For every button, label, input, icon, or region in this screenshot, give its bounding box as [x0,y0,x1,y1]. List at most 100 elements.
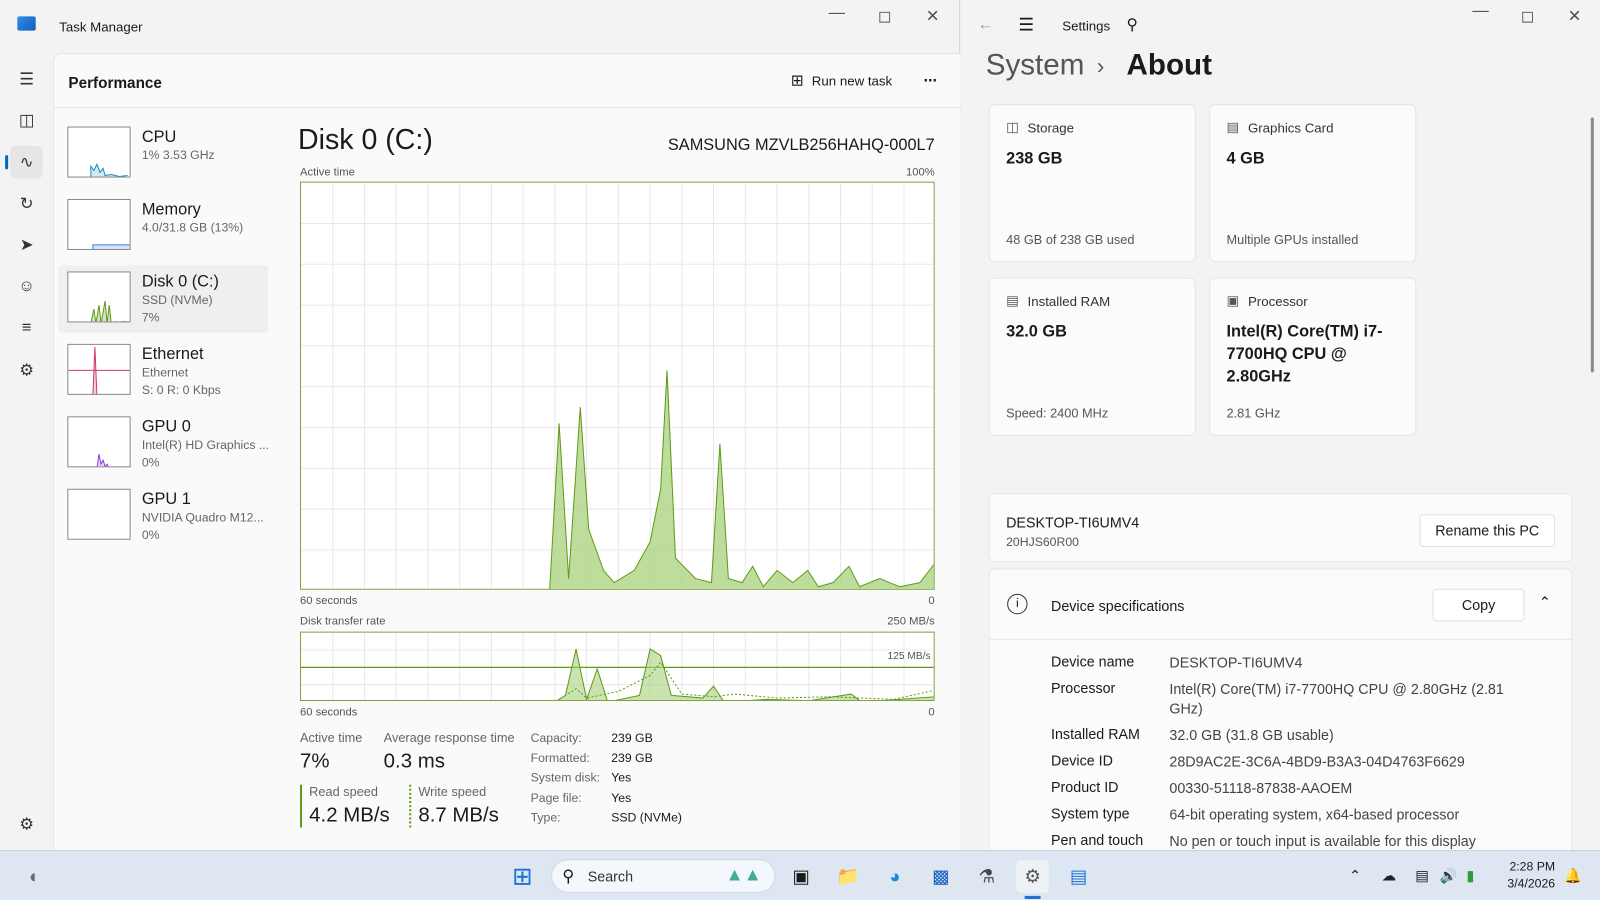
property-value: SSD (NVMe) [611,810,682,825]
spec-value[interactable]: 00330-51118-87838-AAOEM [1169,779,1506,798]
back-button[interactable]: ← [978,16,994,34]
task-view-icon[interactable]: ▣ [785,860,818,893]
resource-subtitle: NVIDIA Quadro M12... [141,510,264,525]
network-app-icon[interactable]: ⚗ [970,860,1003,893]
processes-icon[interactable]: ◫ [10,104,43,137]
mini-graph [96,453,109,467]
volume-icon[interactable]: 🔊 [1440,867,1458,884]
performance-page: Performance ⊞ Run new task ... CPU 1% 3.… [53,53,962,850]
disk-title: Disk 0 (C:) [297,123,433,156]
details-icon[interactable]: ≡ [10,312,43,345]
resource-item-gpu-0[interactable]: GPU 0 Intel(R) HD Graphics ... 0% [58,410,269,477]
info-icon: i [1007,593,1028,615]
minimize-button[interactable]: — [1457,2,1504,20]
minimize-button[interactable]: — [813,4,860,22]
resource-title: Memory [141,201,201,219]
transfer-rate-label: Disk transfer rate [299,615,386,628]
search-icon[interactable]: ⚲ [1127,15,1138,33]
start-button[interactable]: ⊞ [506,860,539,893]
pc-name: DESKTOP-TI6UMV4 [1006,514,1140,531]
search-highlight-icon: ▲▲ [725,864,762,885]
card-value: 238 GB [1006,149,1063,168]
store-icon[interactable]: ▩ [924,860,957,893]
hamburger-menu-icon[interactable]: ☰ [1018,15,1034,35]
mini-graph [90,300,128,322]
services-icon[interactable]: ⚙ [10,354,43,387]
settings-gear-icon[interactable]: ⚙ [10,808,43,841]
resource-item-memory[interactable]: Memory 4.0/31.8 GB (13%) [58,193,268,260]
users-icon[interactable]: ☺ [10,270,43,303]
stat-read: 4.2 MB/s [309,804,390,827]
resource-value: 0% [141,455,160,470]
spec-value[interactable]: 28D9AC2E-3C6A-4BD9-B3A3-04D4763F6629 [1169,752,1506,771]
more-options-button[interactable]: ... [923,68,937,86]
run-new-task-label: Run new task [811,72,893,89]
mini-graph [68,490,130,540]
resource-title: GPU 1 [141,490,191,509]
resource-item-gpu-1[interactable]: GPU 1 NVIDIA Quadro M12... 0% [58,483,268,550]
card-label: Processor [1247,293,1308,310]
resource-thumbnail [67,198,131,250]
app-history-icon[interactable]: ↻ [10,188,43,221]
read-legend-line [299,784,303,828]
property-value: 239 GB [611,730,653,745]
hamburger-menu-icon[interactable]: ☰ [10,63,43,96]
settings-app-icon[interactable]: ⚙ [1016,860,1049,893]
specs-title: Device specifications [1051,597,1185,615]
mini-graph [92,244,130,249]
mini-graph [90,163,128,177]
active-time-label: Active time [299,166,355,179]
graphics-card-icon: ▤ [1226,119,1240,135]
spec-value[interactable]: No pen or touch input is available for t… [1169,832,1506,851]
disk-model: SAMSUNG MZVLB256HAHQ-000L7 [667,136,935,155]
spec-value[interactable]: 64-bit operating system, x64-based proce… [1169,805,1506,824]
battery-icon[interactable]: ▮ [1466,867,1474,884]
spec-label: Product ID [1051,778,1119,795]
resource-item-disk-0-c[interactable]: Disk 0 (C:) SSD (NVMe) 7% [58,265,269,333]
active-app-indicator [1024,895,1041,899]
network-icon[interactable]: ▤ [1415,867,1429,884]
rename-pc-button[interactable]: Rename this PC [1419,514,1556,547]
widgets-icon[interactable]: ◐ [18,860,51,893]
title-bar: Task Manager — ◻ ✕ [0,0,959,53]
page-title: Performance [68,74,162,92]
clock-time[interactable]: 2:28 PM [1508,859,1555,873]
x-axis-right-label-2: 0 [928,706,935,719]
close-button[interactable]: ✕ [909,6,956,26]
notifications-icon[interactable]: 🔔 [1564,867,1582,884]
file-explorer-icon[interactable]: 📁 [832,860,865,893]
edge-icon[interactable]: ◕ [879,860,912,893]
close-button[interactable]: ✕ [1551,6,1598,26]
scrollbar[interactable] [1590,117,1594,373]
maximize-button[interactable]: ◻ [861,6,908,26]
spec-label: Device name [1051,653,1135,670]
maximize-button[interactable]: ◻ [1504,6,1551,26]
resource-item-cpu[interactable]: CPU 1% 3.53 GHz [58,120,268,187]
breadcrumb-system[interactable]: System [986,49,1085,83]
stat-avg-response-label: Average response time [383,730,515,745]
performance-icon[interactable]: ∿ [5,145,43,179]
stat-read-label: Read speed [309,784,378,799]
card-subtitle: 48 GB of 238 GB used [1006,232,1135,247]
task-manager-app-icon[interactable]: ▤ [1062,860,1095,893]
show-hidden-icons-chevron[interactable]: ⌃ [1349,867,1361,884]
search-placeholder: Search [587,868,634,885]
property-value: Yes [611,790,632,805]
pc-name-card: DESKTOP-TI6UMV4 20HJS60R00 Rename this P… [988,492,1573,563]
search-box[interactable]: ⚲ Search ▲▲ [551,859,776,893]
spec-card-storage: ◫ Storage 238 GB 48 GB of 238 GB used [988,104,1196,263]
run-new-task-button[interactable]: ⊞ Run new task [791,71,892,89]
onedrive-offline-icon[interactable]: ☁ [1382,867,1396,884]
startup-apps-icon[interactable]: ➤ [10,229,43,262]
spec-value[interactable]: 32.0 GB (31.8 GB usable) [1169,726,1506,745]
collapse-chevron-icon[interactable]: ⌃ [1539,594,1551,611]
spec-value[interactable]: Intel(R) Core(TM) i7-7700HQ CPU @ 2.80GH… [1169,680,1506,719]
x-axis-left-label-2: 60 seconds [299,706,358,719]
x-axis-right-label: 0 [928,594,935,608]
divider [54,107,962,109]
resource-item-ethernet[interactable]: Ethernet Ethernet S: 0 R: 0 Kbps [58,338,268,405]
clock-date[interactable]: 3/4/2026 [1500,877,1555,891]
settings-title: Settings [1062,18,1111,34]
copy-button[interactable]: Copy [1432,588,1525,622]
spec-value[interactable]: DESKTOP-TI6UMV4 [1169,653,1506,672]
